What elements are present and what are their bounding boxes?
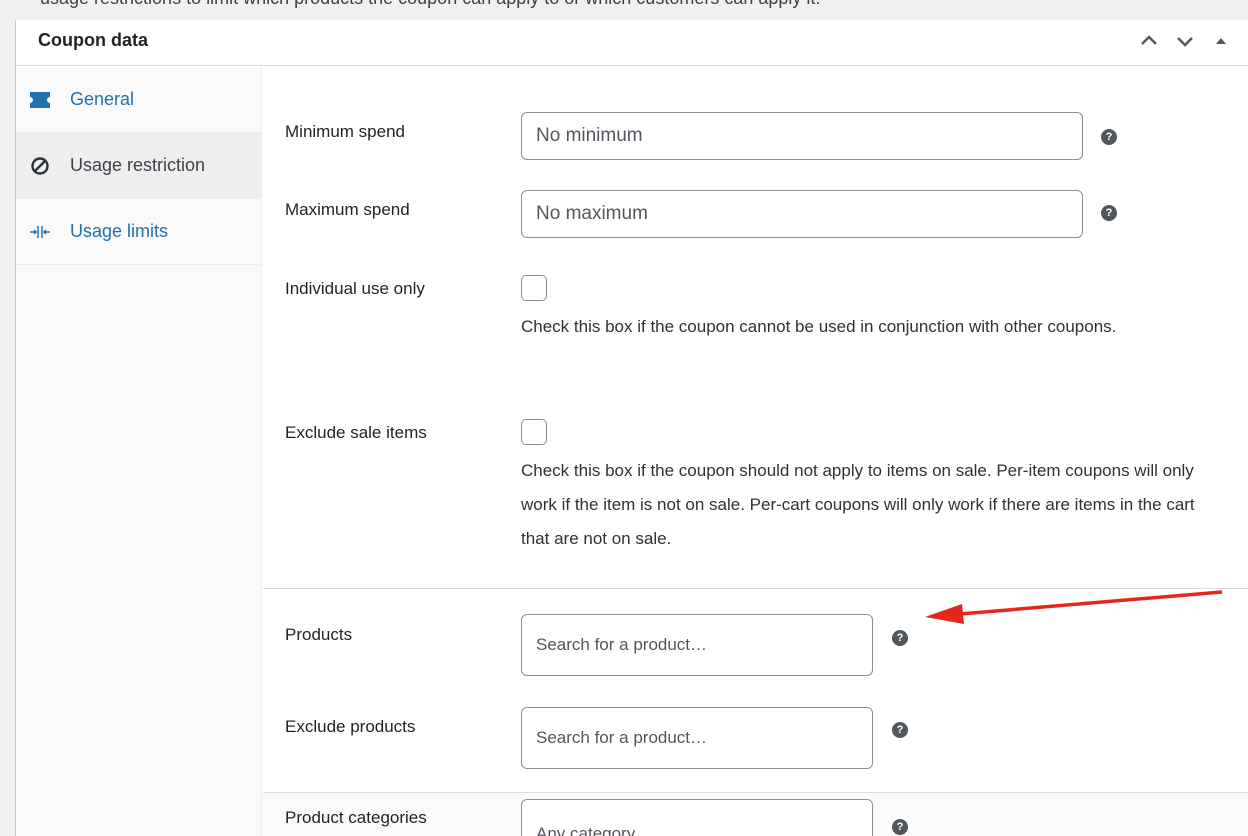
product-categories-label: Product categories [285, 808, 427, 827]
exclude-sale-items-label: Exclude sale items [285, 423, 427, 442]
products-search-input[interactable]: Search for a product… [521, 614, 873, 676]
move-up-button[interactable] [1136, 28, 1162, 54]
product-categories-select[interactable]: Any category [521, 799, 873, 836]
triangle-up-icon [1216, 38, 1226, 44]
ticket-icon [28, 88, 52, 112]
maximum-spend-placeholder: No maximum [536, 203, 648, 224]
chevron-up-icon [1141, 35, 1157, 45]
move-down-button[interactable] [1172, 28, 1198, 54]
exclude-sale-items-description: Check this box if the coupon should not … [521, 461, 1195, 548]
intro-text: usage restrictions to limit which produc… [40, 0, 820, 9]
exclude-products-search-placeholder: Search for a product… [536, 728, 708, 747]
usage-restriction-panel: Minimum spend No minimum ? Maximum spend… [263, 67, 1248, 836]
maximum-spend-label: Maximum spend [285, 200, 410, 219]
coupon-tabs-sidebar: General Usage restriction Usage limits [16, 67, 262, 836]
products-search-placeholder: Search for a product… [536, 635, 708, 654]
products-help-icon[interactable]: ? [892, 630, 908, 646]
individual-use-checkbox[interactable] [521, 275, 547, 301]
individual-use-description: Check this box if the coupon cannot be u… [521, 317, 1117, 336]
minimum-spend-input[interactable]: No minimum [521, 112, 1083, 160]
product-categories-placeholder: Any category [536, 824, 636, 836]
toggle-panel-button[interactable] [1208, 28, 1234, 54]
chevron-down-icon [1177, 37, 1193, 47]
maximum-spend-help-icon[interactable]: ? [1101, 205, 1117, 221]
exclude-products-label: Exclude products [285, 717, 416, 736]
individual-use-label: Individual use only [285, 279, 425, 298]
exclude-sale-items-checkbox[interactable] [521, 419, 547, 445]
page-intro-text-clipped: usage restrictions to limit which produc… [0, 0, 1248, 20]
tab-usage-restriction-label: Usage restriction [70, 155, 206, 175]
limits-icon [28, 220, 52, 244]
tab-usage-limits[interactable]: Usage limits [16, 199, 262, 265]
tab-usage-limits-label: Usage limits [70, 221, 169, 241]
maximum-spend-input[interactable]: No maximum [521, 190, 1083, 238]
product-categories-help-icon[interactable]: ? [892, 819, 908, 835]
minimum-spend-label: Minimum spend [285, 122, 405, 141]
minimum-spend-placeholder: No minimum [536, 125, 643, 146]
metabox-title: Coupon data [38, 30, 148, 50]
tab-usage-restriction[interactable]: Usage restriction [16, 133, 262, 199]
exclude-products-search-input[interactable]: Search for a product… [521, 707, 873, 769]
section-divider [263, 588, 1248, 589]
tab-general-label: General [70, 89, 135, 109]
products-label: Products [285, 625, 353, 644]
handle-actions [1136, 28, 1234, 54]
block-icon [28, 154, 52, 178]
minimum-spend-help-icon[interactable]: ? [1101, 129, 1117, 145]
exclude-products-help-icon[interactable]: ? [892, 722, 908, 738]
tab-general[interactable]: General [16, 67, 262, 133]
coupon-data-metabox: Coupon data General Usage restriction Us… [15, 20, 1248, 836]
metabox-header: Coupon data [16, 20, 1248, 66]
